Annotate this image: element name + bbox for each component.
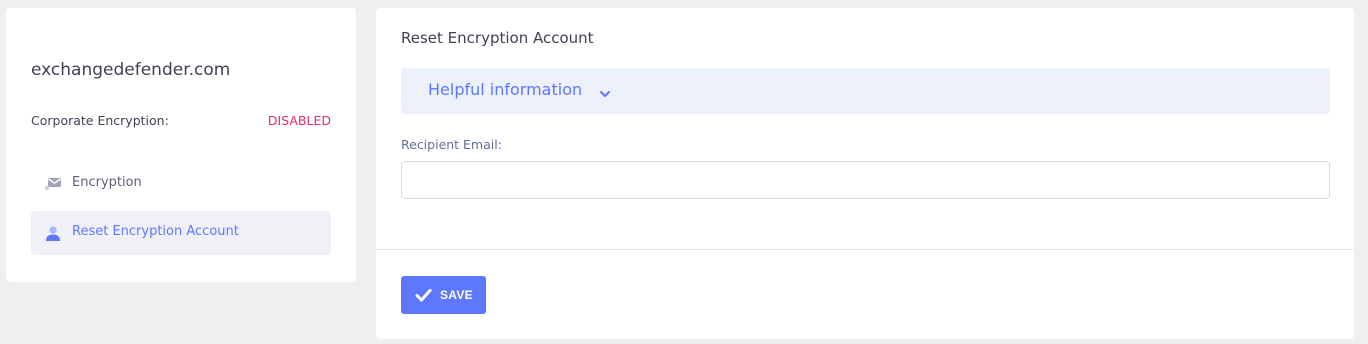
recipient-email-input[interactable] [401,161,1330,199]
check-icon [415,287,432,303]
envelope-icon [44,175,62,193]
divider [376,249,1354,250]
sidebar-item-label: Reset Encryption Account [72,224,239,239]
domain-title: exchangedefender.com [31,60,231,80]
encryption-status-badge: DISABLED [267,113,331,128]
save-button[interactable]: SAVE [401,276,486,314]
chevron-down-icon [599,85,611,97]
helpful-information-label: Helpful information [428,80,583,99]
sidebar-card: exchangedefender.com Corporate Encryptio… [6,8,356,282]
page-title: Reset Encryption Account [401,29,594,47]
recipient-email-label: Recipient Email: [401,137,502,152]
save-button-label: SAVE [440,288,473,302]
user-icon [44,224,62,242]
main-card: Reset Encryption Account Helpful informa… [376,8,1354,339]
helpful-information-toggle[interactable]: Helpful information [401,68,1330,114]
sidebar-item-encryption[interactable]: Encryption [31,162,331,206]
sidebar-item-reset-encryption-account[interactable]: Reset Encryption Account [31,211,331,255]
sidebar-item-label: Encryption [72,175,142,190]
corporate-encryption-label: Corporate Encryption: [31,113,169,128]
